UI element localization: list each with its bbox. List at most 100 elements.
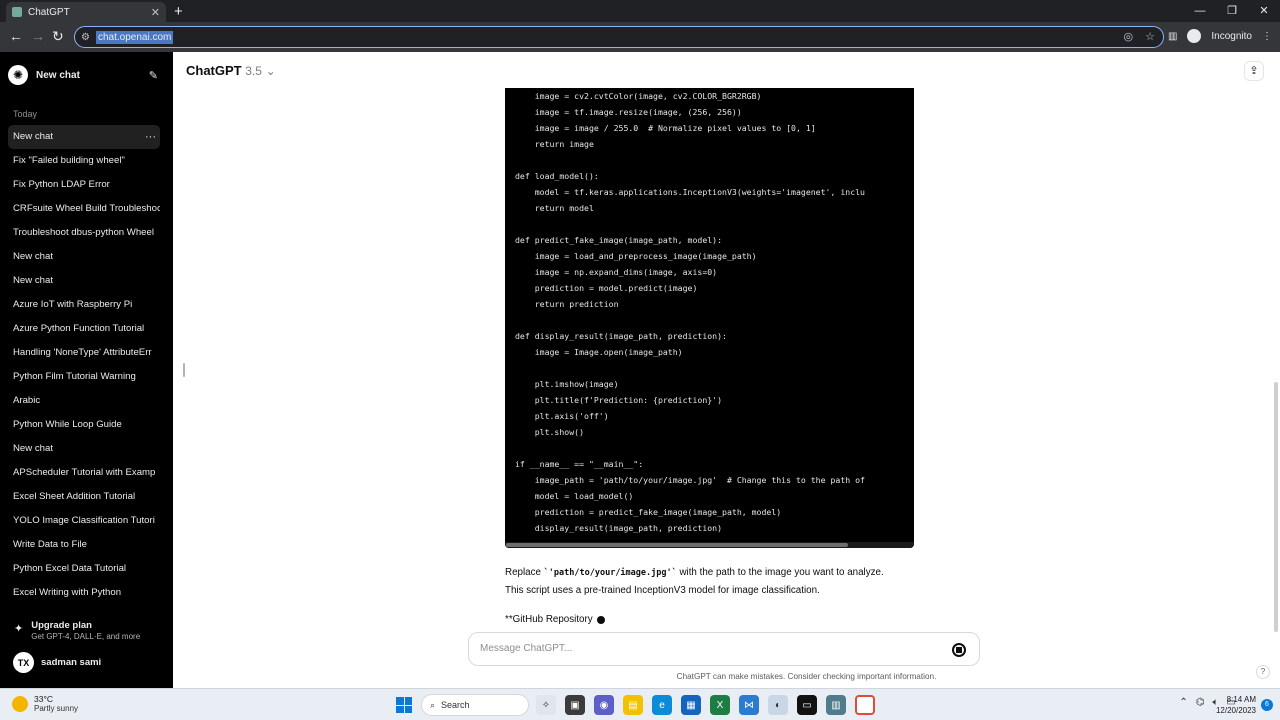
menu-kebab-icon[interactable]: ⋮ — [1262, 31, 1272, 42]
teams-chat-icon[interactable]: ◉ — [594, 695, 614, 715]
clock-date: 12/20/2023 — [1215, 706, 1256, 715]
taskbar-search[interactable]: ⌕ Search — [421, 694, 529, 716]
upgrade-plan-button[interactable]: ✦ Upgrade plan Get GPT-4, DALL·E, and mo… — [14, 620, 140, 641]
address-bar[interactable]: ⚙ chat.openai.com ◎ ☆ — [74, 26, 1164, 48]
sidebar-item[interactable]: Python Film Tutorial Warning — [8, 365, 160, 389]
new-tab-button[interactable]: + — [174, 3, 183, 20]
sidebar-item[interactable]: New chat ··· — [8, 125, 160, 149]
sidebar-item[interactable]: Python Excel Data Tutorial — [8, 557, 160, 581]
sidebar-item[interactable]: Excel Writing with Python — [8, 581, 160, 605]
message-input[interactable]: Message ChatGPT... — [480, 643, 572, 654]
bookmark-star-icon[interactable]: ☆ — [1145, 30, 1155, 43]
forward-icon[interactable]: → — [31, 28, 45, 44]
code-line: return prediction — [515, 299, 619, 309]
code-line: image = Image.open(image_path) — [515, 347, 683, 357]
code-line: prediction = predict_fake_image(image_pa… — [515, 507, 782, 517]
upgrade-subtitle: Get GPT-4, DALL·E, and more — [31, 632, 141, 641]
stop-generating-button[interactable] — [952, 643, 966, 657]
code-line: display_result(image_path, prediction) — [515, 523, 723, 533]
help-icon[interactable]: ? — [1256, 665, 1270, 679]
site-info-icon[interactable]: ⚙ — [81, 32, 90, 43]
sidebar-item[interactable]: Python While Loop Guide — [8, 413, 160, 437]
excel-icon[interactable]: X — [710, 695, 730, 715]
page-scrollbar[interactable] — [1274, 382, 1278, 632]
message-composer[interactable]: Message ChatGPT... — [468, 632, 980, 666]
store-icon[interactable]: ▦ — [681, 695, 701, 715]
more-options-icon[interactable]: ··· — [145, 125, 156, 149]
new-chat-edit-icon[interactable]: ✎ — [149, 69, 158, 82]
model-selector[interactable]: ChatGPT 3.5 ⌄ — [186, 63, 276, 78]
code-line: plt.title(f'Prediction: {prediction}') — [515, 395, 723, 405]
sidebar-item[interactable]: APScheduler Tutorial with Examp — [8, 461, 160, 485]
maximize-icon[interactable]: ❐ — [1216, 0, 1248, 22]
terminal-icon[interactable]: ▭ — [797, 695, 817, 715]
sidebar-item[interactable]: CRFsuite Wheel Build Troubleshoo — [8, 197, 160, 221]
sidebar-item[interactable]: New chat — [8, 269, 160, 293]
reload-icon[interactable]: ↻ — [52, 28, 64, 45]
sidebar-item[interactable]: Write Data to File — [8, 533, 160, 557]
browser-tab-bar: ChatGPT ✕ + — ❐ ✕ — [0, 0, 1280, 22]
close-window-icon[interactable]: ✕ — [1248, 0, 1280, 22]
chevron-up-icon[interactable]: ⌃ — [1179, 697, 1187, 708]
disclaimer: ChatGPT can make mistakes. Consider chec… — [173, 672, 1280, 681]
weather-widget[interactable]: 33°C Partly sunny — [12, 694, 78, 713]
code-line: plt.show() — [515, 427, 585, 437]
minimize-icon[interactable]: — — [1184, 0, 1216, 22]
sidebar-item[interactable]: New chat — [8, 437, 160, 461]
code-line: image = image / 255.0 # Normalize pixel … — [515, 123, 816, 133]
sidebar-item[interactable]: YOLO Image Classification Tutori — [8, 509, 160, 533]
profile-label[interactable]: Incognito — [1211, 31, 1252, 42]
browser-toolbar: ← → ↻ ⚙ chat.openai.com ◎ ☆ ▥ Incognito … — [0, 22, 1280, 52]
app-window-icon[interactable]: ▥ — [826, 695, 846, 715]
file-explorer-icon[interactable]: ▤ — [623, 695, 643, 715]
close-tab-icon[interactable]: ✕ — [151, 6, 160, 19]
sidebar-new-chat[interactable]: ✺ New chat ✎ — [8, 62, 158, 88]
notification-badge[interactable]: 6 — [1261, 699, 1273, 711]
sidebar-item[interactable]: Fix "Failed building wheel" — [8, 149, 160, 173]
sidebar-item[interactable]: Troubleshoot dbus-python Wheel — [8, 221, 160, 245]
vscode-icon[interactable]: ⋈ — [739, 695, 759, 715]
incognito-eye-icon[interactable]: ◎ — [1124, 30, 1134, 43]
side-panel-icon[interactable]: ▥ — [1168, 31, 1177, 42]
sidebar-item[interactable]: Azure Python Function Tutorial — [8, 317, 160, 341]
code-line: model = tf.keras.applications.InceptionV… — [515, 187, 865, 197]
sidebar-item[interactable]: Excel Sheet Addition Tutorial — [8, 485, 160, 509]
sidebar-item-label: Handling 'NoneType' AttributeErr — [13, 347, 152, 358]
assistant-message-text: Replace `'path/to/your/image.jpg'` with … — [505, 564, 925, 600]
task-view-icon[interactable]: ▣ — [565, 695, 585, 715]
chevron-down-icon: ⌄ — [265, 64, 276, 78]
browser-tab[interactable]: ChatGPT ✕ — [6, 2, 166, 22]
openai-logo-icon: ✺ — [8, 65, 28, 85]
tab-title: ChatGPT — [28, 6, 70, 18]
sidebar-item[interactable]: Fix Python LDAP Error — [8, 173, 160, 197]
scrollbar-thumb[interactable] — [506, 543, 848, 547]
streaming-text: **GitHub Repository — [505, 614, 605, 625]
share-icon[interactable]: ⇪ — [1244, 61, 1264, 81]
sidebar-item[interactable]: Handling 'NoneType' AttributeErr — [8, 341, 160, 365]
windows-start-icon[interactable] — [396, 697, 412, 713]
widgets-icon[interactable]: ✧ — [536, 695, 556, 715]
back-icon[interactable]: ← — [9, 28, 23, 44]
sidebar-item[interactable]: Arabic — [8, 389, 160, 413]
clock[interactable]: 8:14 AM 12/20/2023 — [1216, 694, 1256, 716]
code-line: image = tf.image.resize(image, (256, 256… — [515, 107, 742, 117]
sidebar-item[interactable]: New chat — [8, 245, 160, 269]
user-menu[interactable]: TX sadman sami — [13, 652, 101, 673]
sidebar-resize-handle[interactable] — [183, 363, 185, 377]
clock-time: 8:14 AM — [1226, 695, 1256, 704]
sidebar-item-label: Arabic — [13, 395, 41, 406]
network-icon[interactable]: ⌬ — [1196, 697, 1205, 708]
sun-cloud-icon — [12, 695, 28, 712]
code-block: image = cv2.cvtColor(image, cv2.COLOR_BG… — [505, 88, 914, 548]
sidebar-item-label: Excel Sheet Addition Tutorial — [13, 491, 136, 502]
chatgpt-favicon-icon — [12, 7, 22, 17]
chrome-icon[interactable] — [855, 695, 875, 715]
sidebar-item[interactable]: Azure IoT with Raspberry Pi — [8, 293, 160, 317]
new-chat-label[interactable]: New chat — [36, 70, 141, 81]
code-horizontal-scrollbar[interactable] — [505, 542, 914, 548]
app-icon[interactable]: ◐ — [768, 695, 788, 715]
url-text[interactable]: chat.openai.com — [95, 30, 174, 44]
edge-icon[interactable]: e — [652, 695, 672, 715]
